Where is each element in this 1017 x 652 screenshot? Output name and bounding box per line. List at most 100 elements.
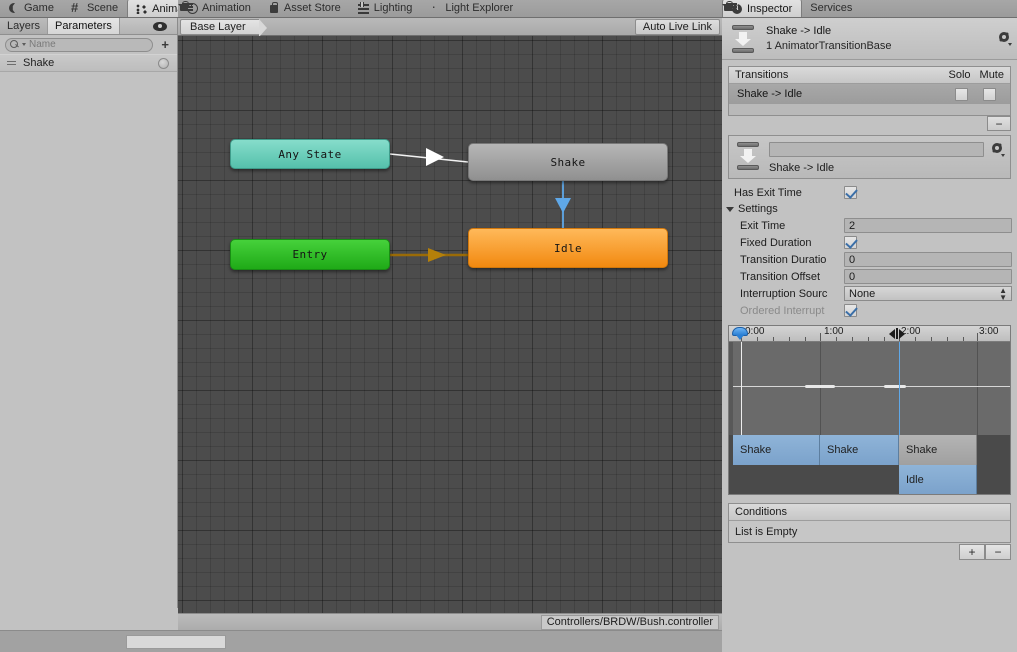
auto-live-link-button[interactable]: Auto Live Link: [634, 19, 720, 35]
bag-icon: [268, 2, 280, 14]
fixed-duration-label: Fixed Duration: [740, 236, 812, 249]
interruption-source-dropdown[interactable]: None ▲ ▼: [844, 286, 1012, 301]
dot-icon: [429, 0, 441, 14]
exit-time-label: Exit Time: [740, 219, 786, 232]
clip-shake-3[interactable]: Shake: [899, 435, 977, 465]
layers-parameters-tabrow: Layers Parameters: [0, 18, 177, 35]
clip-shake-1[interactable]: Shake: [733, 435, 820, 465]
settings-label: Settings: [738, 203, 778, 215]
clip-row-bottom: Idle: [729, 465, 1010, 494]
conditions-box: Conditions List is Empty: [728, 503, 1011, 543]
transition-preview[interactable]: 0:00 1:00 2:00 3:00 Shake Shake Shake Id…: [728, 325, 1011, 495]
tab-game-label: Game: [24, 2, 54, 14]
add-condition-button[interactable]: +: [959, 544, 985, 560]
ordered-interruption-checkbox: [844, 304, 857, 317]
breadcrumb-bar: Base Layer Auto Live Link: [178, 18, 722, 37]
gear-icon: [990, 141, 1004, 155]
tab-parameters-label: Parameters: [55, 20, 112, 32]
center-window-tabstrip: Animation Asset Store Lighting Light Exp…: [178, 0, 722, 18]
exit-time-field[interactable]: 2: [844, 218, 1012, 233]
solo-checkbox[interactable]: [955, 87, 968, 101]
exit-time-row: Exit Time 2: [722, 217, 1017, 234]
has-exit-time-row: Has Exit Time: [722, 184, 1017, 201]
transition-duration-row: Transition Duratio 0: [722, 251, 1017, 268]
fixed-duration-checkbox[interactable]: [844, 236, 857, 249]
curve-bump: [884, 385, 906, 388]
tab-parameters[interactable]: Parameters: [48, 18, 120, 34]
curve-bump: [805, 385, 835, 388]
transition-icon: [730, 24, 756, 54]
tab-scene[interactable]: Scene: [63, 0, 127, 17]
ordered-interruption-row: Ordered Interrupt: [722, 302, 1017, 319]
state-machine-canvas[interactable]: Any State Entry Shake Idle: [178, 36, 722, 630]
transition-name-input[interactable]: [769, 142, 984, 157]
transition-offset-field[interactable]: 0: [844, 269, 1012, 284]
drag-handle-icon[interactable]: [7, 59, 16, 67]
node-any-state[interactable]: Any State: [230, 139, 390, 169]
arrowhead-shake-idle: [555, 198, 571, 213]
list-item[interactable]: Shake: [0, 54, 177, 72]
transitions-header: Transitions Solo Mute: [729, 67, 1010, 84]
node-idle[interactable]: Idle: [468, 228, 668, 268]
search-input[interactable]: Name: [5, 37, 154, 52]
motion-curve-area[interactable]: [729, 342, 1010, 435]
tab-layers[interactable]: Layers: [0, 18, 49, 34]
inspector-header: Shake -> Idle 1 AnimatorTransitionBase: [722, 18, 1017, 60]
arrowhead-entry-idle: [428, 248, 446, 262]
has-exit-time-checkbox[interactable]: [844, 186, 857, 199]
transition-name-subtitle: Shake -> Idle: [769, 162, 835, 174]
transition-duration-field[interactable]: 0: [844, 252, 1012, 267]
clip-idle[interactable]: Idle: [899, 465, 977, 494]
fixed-duration-row: Fixed Duration: [722, 234, 1017, 251]
graph-status-bar: Controllers/BRDW/Bush.controller: [178, 613, 722, 630]
grid-icon: [71, 0, 83, 15]
page-title: Shake -> Idle: [766, 25, 832, 37]
table-row[interactable]: Shake -> Idle: [729, 84, 1010, 104]
inspector-gear-button[interactable]: [997, 30, 1012, 47]
tab-game[interactable]: Game: [0, 0, 63, 17]
eye-icon: [153, 21, 167, 32]
parameter-list: Shake: [0, 54, 177, 72]
clip-shake-2[interactable]: Shake: [820, 435, 899, 465]
node-shake[interactable]: Shake: [468, 143, 668, 181]
tab-animator[interactable]: Animator: [127, 0, 178, 17]
playhead-marker[interactable]: [732, 327, 752, 340]
node-idle-label: Idle: [553, 241, 583, 255]
tab-light-explorer[interactable]: Light Explorer: [421, 0, 522, 17]
node-any-state-label: Any State: [278, 147, 342, 161]
chevron-down-icon: [1001, 154, 1005, 157]
tab-asset-store[interactable]: Asset Store: [260, 0, 350, 17]
parameter-search-row: Name +: [0, 35, 177, 54]
ruler-label-3: 3:00: [979, 326, 999, 337]
node-entry[interactable]: Entry: [230, 239, 390, 270]
clip-label: Shake: [827, 444, 859, 456]
inspector-panel: Shake -> Idle 1 AnimatorTransitionBase T…: [722, 18, 1017, 652]
transition-anystate-shake: [389, 153, 469, 163]
add-parameter-button[interactable]: +: [158, 38, 172, 51]
left-window-tabstrip: Game Scene Animator: [0, 0, 178, 18]
remove-transition-button[interactable]: −: [987, 116, 1011, 131]
mute-column-header: Mute: [979, 69, 1004, 81]
settings-foldout[interactable]: Settings: [722, 201, 1017, 217]
tab-services[interactable]: Services: [802, 0, 861, 17]
conditions-toolbar: + −: [728, 544, 1011, 560]
tab-lighting[interactable]: Lighting: [350, 0, 422, 17]
transition-arrows: [389, 148, 571, 262]
remove-condition-button[interactable]: −: [985, 544, 1011, 560]
breadcrumb[interactable]: Base Layer: [180, 18, 267, 37]
layer-visibility-toggle[interactable]: [143, 18, 177, 34]
arrowhead-anystate-shake: [426, 148, 444, 166]
trigger-toggle[interactable]: [158, 57, 169, 69]
name-gear-button[interactable]: [990, 141, 1005, 158]
mute-checkbox[interactable]: [983, 87, 996, 101]
parameter-name: Shake: [23, 57, 55, 69]
unity-editor-window: Game Scene Animator Animation Asset Stor…: [0, 0, 1017, 652]
bottom-status-field: [126, 635, 226, 649]
tab-light-explorer-label: Light Explorer: [445, 2, 514, 14]
transition-icon: [735, 141, 761, 171]
chevron-down-icon: [1008, 43, 1012, 46]
timeline-ruler[interactable]: 0:00 1:00 2:00 3:00: [729, 326, 1010, 342]
clip-row-top: Shake Shake Shake: [729, 435, 1010, 465]
transition-marker-icon[interactable]: [889, 328, 905, 339]
inspector-title-group: Shake -> Idle 1 AnimatorTransitionBase: [766, 25, 892, 52]
